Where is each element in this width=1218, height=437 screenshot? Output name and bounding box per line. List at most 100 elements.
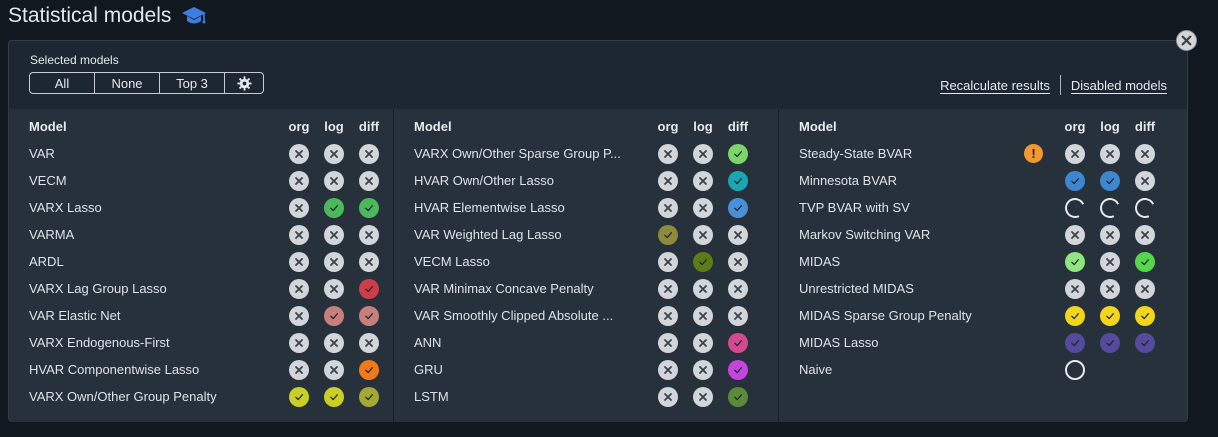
status-org-disabled[interactable] [289, 198, 309, 218]
status-log-enabled[interactable] [1100, 306, 1120, 326]
select-none-button[interactable]: None [95, 73, 160, 93]
model-row[interactable]: MIDAS Sparse Group Penalty [779, 303, 1185, 330]
model-row[interactable]: VAR Minimax Concave Penalty [394, 276, 778, 303]
status-log-disabled[interactable] [693, 198, 713, 218]
status-org-enabled[interactable] [289, 387, 309, 407]
warning-icon[interactable]: ! [1024, 144, 1043, 163]
model-row[interactable]: Minnesota BVAR [779, 168, 1185, 195]
model-row[interactable]: Unrestricted MIDAS [779, 276, 1185, 303]
model-row[interactable]: VECM [9, 168, 393, 195]
model-row[interactable]: HVAR Own/Other Lasso [394, 168, 778, 195]
status-org-disabled[interactable] [658, 306, 678, 326]
status-diff-enabled[interactable] [1135, 333, 1155, 353]
model-row[interactable]: MIDAS [779, 249, 1185, 276]
status-org-disabled[interactable] [658, 198, 678, 218]
status-log-disabled[interactable] [693, 306, 713, 326]
status-diff-disabled[interactable] [1135, 144, 1155, 164]
status-org-disabled[interactable] [289, 171, 309, 191]
status-org-enabled[interactable] [1065, 333, 1085, 353]
status-org-enabled[interactable] [1065, 306, 1085, 326]
status-log-disabled[interactable] [324, 279, 344, 299]
status-org-disabled[interactable] [658, 387, 678, 407]
status-diff-disabled[interactable] [359, 333, 379, 353]
status-diff-enabled[interactable] [728, 333, 748, 353]
status-diff-enabled[interactable] [728, 387, 748, 407]
close-button[interactable] [1176, 30, 1197, 51]
model-row[interactable]: VARX Endogenous-First [9, 330, 393, 357]
status-log-loading[interactable] [1097, 195, 1123, 221]
status-diff-disabled[interactable] [1135, 171, 1155, 191]
status-org-disabled[interactable] [289, 252, 309, 272]
status-diff-enabled[interactable] [359, 306, 379, 326]
status-org-loading[interactable] [1062, 195, 1088, 221]
status-org-disabled[interactable] [1065, 225, 1085, 245]
model-row[interactable]: VAR [9, 141, 393, 168]
selection-settings-button[interactable] [225, 73, 263, 93]
status-log-enabled[interactable] [324, 387, 344, 407]
model-row[interactable]: VARX Lasso [9, 195, 393, 222]
status-log-disabled[interactable] [324, 171, 344, 191]
status-org-disabled[interactable] [658, 144, 678, 164]
status-diff-disabled[interactable] [1135, 279, 1155, 299]
status-diff-loading[interactable] [1132, 195, 1158, 221]
model-row[interactable]: ARDL [9, 249, 393, 276]
model-row[interactable]: VARMA [9, 222, 393, 249]
status-org-disabled[interactable] [658, 360, 678, 380]
status-log-disabled[interactable] [324, 360, 344, 380]
status-log-disabled[interactable] [324, 333, 344, 353]
model-row[interactable]: VAR Smoothly Clipped Absolute ... [394, 303, 778, 330]
status-org-enabled[interactable] [658, 225, 678, 245]
status-org-disabled[interactable] [658, 171, 678, 191]
status-log-disabled[interactable] [1100, 279, 1120, 299]
status-log-disabled[interactable] [324, 252, 344, 272]
model-row[interactable]: Steady-State BVAR! [779, 141, 1185, 168]
status-diff-disabled[interactable] [359, 225, 379, 245]
status-org-disabled[interactable] [658, 333, 678, 353]
model-row[interactable]: Naive [779, 357, 1185, 384]
status-org-disabled[interactable] [658, 252, 678, 272]
status-log-disabled[interactable] [693, 387, 713, 407]
status-diff-enabled[interactable] [359, 360, 379, 380]
select-top3-button[interactable]: Top 3 [160, 73, 225, 93]
status-log-disabled[interactable] [1100, 225, 1120, 245]
status-diff-disabled[interactable] [728, 306, 748, 326]
disabled-models-link[interactable]: Disabled models [1071, 78, 1167, 93]
model-row[interactable]: VARX Own/Other Group Penalty [9, 384, 393, 411]
status-org-disabled[interactable] [289, 333, 309, 353]
model-row[interactable]: TVP BVAR with SV [779, 195, 1185, 222]
status-diff-enabled[interactable] [728, 144, 748, 164]
status-diff-enabled[interactable] [728, 360, 748, 380]
status-org-disabled[interactable] [658, 279, 678, 299]
status-org-disabled[interactable] [1065, 279, 1085, 299]
status-diff-disabled[interactable] [728, 225, 748, 245]
model-row[interactable]: VAR Elastic Net [9, 303, 393, 330]
status-log-disabled[interactable] [1100, 144, 1120, 164]
status-log-enabled[interactable] [1100, 333, 1120, 353]
status-org-disabled[interactable] [1065, 144, 1085, 164]
status-org-disabled[interactable] [289, 360, 309, 380]
model-row[interactable]: Markov Switching VAR [779, 222, 1185, 249]
status-log-disabled[interactable] [324, 144, 344, 164]
select-all-button[interactable]: All [30, 73, 95, 93]
status-diff-disabled[interactable] [359, 144, 379, 164]
status-org-disabled[interactable] [289, 144, 309, 164]
status-diff-disabled[interactable] [728, 279, 748, 299]
status-diff-enabled[interactable] [359, 387, 379, 407]
model-row[interactable]: MIDAS Lasso [779, 330, 1185, 357]
recalculate-results-link[interactable]: Recalculate results [940, 78, 1050, 93]
model-row[interactable]: VAR Weighted Lag Lasso [394, 222, 778, 249]
status-log-disabled[interactable] [1100, 252, 1120, 272]
status-org-disabled[interactable] [289, 225, 309, 245]
model-row[interactable]: HVAR Elementwise Lasso [394, 195, 778, 222]
status-log-disabled[interactable] [693, 360, 713, 380]
status-log-disabled[interactable] [693, 279, 713, 299]
status-log-disabled[interactable] [324, 225, 344, 245]
status-diff-enabled[interactable] [1135, 306, 1155, 326]
status-org-disabled[interactable] [289, 279, 309, 299]
status-diff-enabled[interactable] [728, 171, 748, 191]
status-org-enabled[interactable] [1065, 252, 1085, 272]
model-row[interactable]: ANN [394, 330, 778, 357]
model-row[interactable]: VECM Lasso [394, 249, 778, 276]
status-diff-enabled[interactable] [728, 198, 748, 218]
status-log-enabled[interactable] [324, 306, 344, 326]
